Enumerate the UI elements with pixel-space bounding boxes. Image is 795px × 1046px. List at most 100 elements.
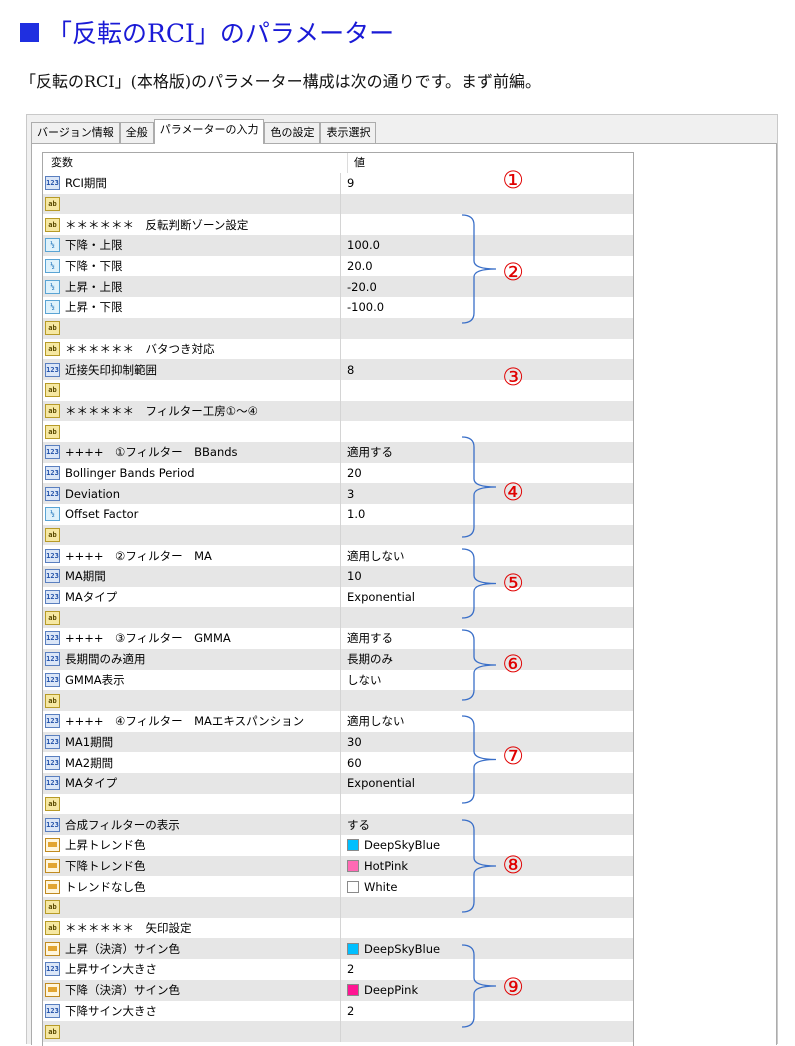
parameter-value-cell[interactable]: 2 [341,959,633,980]
parameter-value-cell[interactable]: 2 [341,1001,633,1022]
parameter-value-cell[interactable] [341,421,633,442]
parameter-row[interactable]: ab [43,379,633,401]
parameter-value-cell[interactable]: 20 [341,463,633,484]
parameter-row[interactable]: ½ 上昇・下限 -100.0 [43,297,633,318]
column-header-variable[interactable]: 変数 [43,153,348,173]
parameter-value-cell[interactable]: しない [341,670,633,691]
tab-version-info[interactable]: バージョン情報 [31,122,120,143]
parameter-row[interactable]: 123 上昇サイン大きさ 2 [43,959,633,980]
color-swatch[interactable] [347,942,359,955]
parameter-value-cell[interactable]: 長期のみ [341,649,633,670]
parameter-value-cell[interactable]: 20.0 [341,256,633,277]
parameter-value-cell[interactable]: 8 [341,359,633,380]
parameter-row[interactable]: ab [43,193,633,215]
parameter-row[interactable]: 123 MAタイプ Exponential [43,772,633,794]
parameter-row[interactable]: 123 ++++ ②フィルター MA 適用しない [43,545,633,567]
parameter-value-cell[interactable]: -20.0 [341,276,633,297]
parameter-row[interactable]: 123 MA期間 10 [43,566,633,587]
parameter-row[interactable]: ab [43,317,633,339]
parameter-row[interactable]: ½ 下降・下限 20.0 [43,255,633,277]
parameter-value-cell[interactable]: 1.0 [341,504,633,525]
parameter-value-cell[interactable] [341,794,633,815]
parameter-row[interactable]: ab ＊＊＊＊＊＊ バタつき対応 [43,338,633,360]
parameter-value-cell[interactable] [341,194,633,215]
integer-icon: 123 [45,486,60,501]
parameter-row[interactable]: 下降（決済）サイン色 DeepPink [43,979,633,1001]
parameter-value-cell[interactable] [341,525,633,546]
parameter-row[interactable]: 123 RCI期間 9 [43,173,633,194]
parameter-value-cell[interactable]: HotPink [341,856,633,877]
parameter-name: ++++ ④フィルター MAエキスパンション [65,714,305,729]
parameter-row[interactable]: ½ 下降・上限 100.0 [43,235,633,256]
parameter-row[interactable]: ½ 上昇・上限 -20.0 [43,276,633,298]
parameter-row[interactable]: トレンドなし色 White [43,876,633,898]
parameter-row[interactable]: 上昇トレンド色 DeepSkyBlue [43,835,633,856]
parameter-row[interactable]: ab [43,607,633,629]
parameter-value-cell[interactable]: 30 [341,732,633,753]
parameter-row[interactable]: 下降トレンド色 HotPink [43,855,633,877]
color-swatch[interactable] [347,839,359,852]
parameter-value-cell[interactable]: Exponential [341,587,633,608]
parameter-value-cell[interactable] [341,1021,633,1042]
parameter-row[interactable]: ab [43,793,633,815]
color-swatch[interactable] [347,860,359,873]
parameter-row[interactable]: 123 ++++ ③フィルター GMMA 適用する [43,628,633,649]
parameter-row[interactable]: 123 Bollinger Bands Period 20 [43,462,633,484]
parameter-row[interactable]: ab [43,1021,633,1042]
parameter-row[interactable]: ab [43,897,633,918]
tab-visualization[interactable]: 表示選択 [320,122,377,143]
parameter-value-cell[interactable]: 3 [341,483,633,504]
parameter-value-cell[interactable]: する [341,814,633,835]
parameter-row[interactable]: 123 合成フィルターの表示 する [43,814,633,835]
parameter-row[interactable]: 123 MA2期間 60 [43,752,633,773]
parameter-row[interactable]: ½ Offset Factor 1.0 [43,504,633,525]
parameter-value-cell[interactable]: DeepSkyBlue [341,938,633,959]
parameter-row[interactable]: 123 近接矢印抑制範囲 8 [43,359,633,380]
parameter-value-cell[interactable] [341,214,633,235]
parameter-value-cell[interactable] [341,918,633,939]
parameter-value-cell[interactable]: DeepPink [341,980,633,1001]
parameter-row[interactable]: ab ＊＊＊＊＊＊ 反転判断ゾーン設定 [43,214,633,236]
parameter-row[interactable]: 123 Deviation 3 [43,483,633,504]
parameter-value-cell[interactable]: 60 [341,752,633,773]
parameter-row[interactable]: 123 MAタイプ Exponential [43,586,633,608]
color-swatch[interactable] [347,984,359,997]
parameter-row[interactable]: 上昇（決済）サイン色 DeepSkyBlue [43,938,633,960]
parameter-row[interactable]: 123 長期間のみ適用 長期のみ [43,648,633,670]
parameter-value-cell[interactable] [341,897,633,918]
parameter-row[interactable]: 123 下降サイン大きさ 2 [43,1000,633,1022]
parameter-value-cell[interactable]: White [341,876,633,897]
parameter-value-cell[interactable]: -100.0 [341,297,633,318]
parameter-value: 10 [347,569,362,584]
parameter-value-cell[interactable] [341,339,633,360]
parameter-value-cell[interactable] [341,401,633,422]
parameter-value-cell[interactable]: 適用しない [341,711,633,732]
tab-inputs[interactable]: パラメーターの入力 [153,119,265,144]
parameter-value-cell[interactable]: 適用しない [341,545,633,566]
parameter-value-cell[interactable]: 9 [341,173,633,194]
parameter-row[interactable]: ab [43,524,633,546]
parameter-value-cell[interactable] [341,318,633,339]
integer-icon: 123 [45,176,60,191]
parameter-value-cell[interactable]: 適用する [341,628,633,649]
column-header-value[interactable]: 値 [348,153,365,173]
parameter-row[interactable]: ab [43,421,633,442]
parameter-value-cell[interactable] [341,607,633,628]
parameter-row[interactable]: 123 GMMA表示 しない [43,669,633,691]
tab-colors[interactable]: 色の設定 [264,122,321,143]
parameter-value-cell[interactable]: 10 [341,566,633,587]
parameter-row[interactable]: ab ＊＊＊＊＊＊ 矢印設定 [43,917,633,939]
parameter-row[interactable]: 123 MA1期間 30 [43,731,633,753]
parameter-row[interactable]: ab ＊＊＊＊＊＊ フィルター工房①～④ [43,400,633,422]
parameter-value-cell[interactable] [341,690,633,711]
parameter-value-cell[interactable]: DeepSkyBlue [341,835,633,856]
parameter-value-cell[interactable]: 100.0 [341,235,633,256]
parameter-row[interactable]: 123 ++++ ①フィルター BBands 適用する [43,441,633,463]
parameter-value-cell[interactable] [341,380,633,401]
parameter-row[interactable]: ab [43,690,633,711]
parameter-value-cell[interactable]: 適用する [341,442,633,463]
parameter-value-cell[interactable]: Exponential [341,773,633,794]
tab-general[interactable]: 全般 [119,122,154,143]
parameter-row[interactable]: 123 ++++ ④フィルター MAエキスパンション 適用しない [43,710,633,732]
color-swatch[interactable] [347,880,359,893]
